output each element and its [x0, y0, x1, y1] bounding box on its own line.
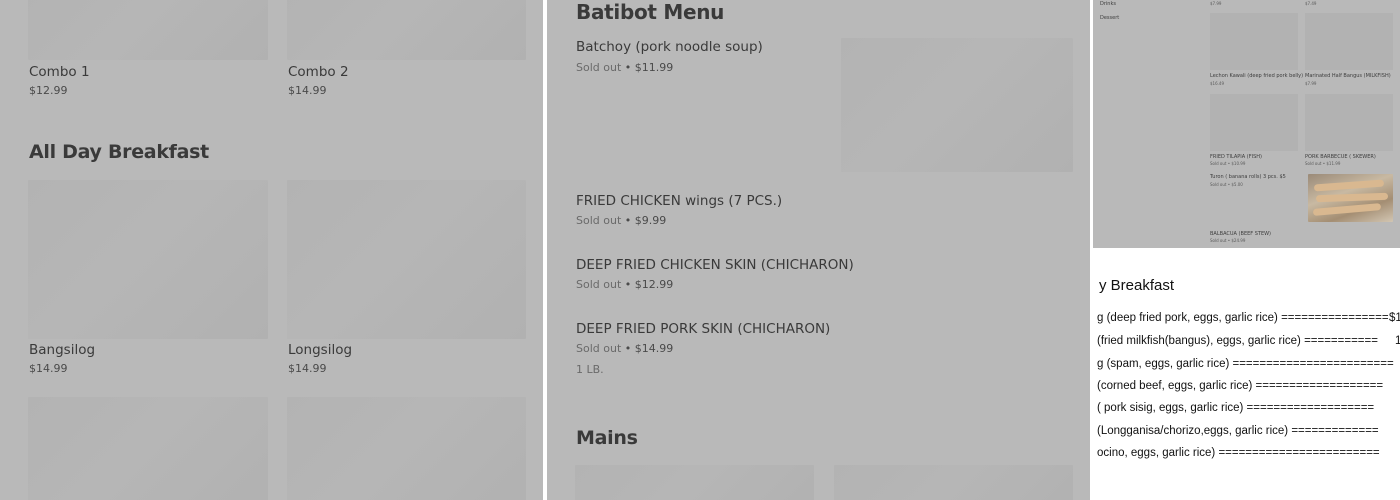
item-name[interactable]: FRIED CHICKEN wings (7 PCS.) [576, 193, 782, 209]
document-price: $1 [1389, 312, 1400, 324]
document-line: (corned beef, eggs, garlic rice) =======… [1097, 380, 1384, 392]
item-price: Sold out • $24.99 [1210, 238, 1246, 243]
item-meta: Sold out • $14.99 [576, 342, 673, 355]
item-name[interactable]: Marinated Half Bangus (MILKFISH) [1305, 73, 1391, 79]
combo-2-image[interactable] [287, 0, 526, 60]
item-price: $11.99 [634, 61, 674, 74]
document-heading: y Breakfast [1099, 277, 1175, 294]
menu-list-panel: Batibot Menu Batchoy (pork noodle soup) … [547, 0, 1090, 500]
document-line: g (deep fried pork, eggs, garlic rice) =… [1097, 312, 1389, 324]
item-image[interactable] [834, 465, 1073, 500]
item-name[interactable]: PORK BARBECUE ( SKEWER) [1305, 154, 1376, 160]
item-price: Sold out • $5.00 [1210, 182, 1243, 187]
photo-detail [1312, 203, 1382, 216]
document-line: ( pork sisig, eggs, garlic rice) =======… [1097, 402, 1375, 414]
item-note: 1 LB. [576, 363, 604, 376]
item-meta: Sold out • $11.99 [576, 61, 673, 74]
item-name[interactable]: Lechon Kawali (deep fried pork belly) [1210, 73, 1303, 79]
item-image[interactable] [1305, 94, 1393, 151]
menu-title: Batibot Menu [576, 0, 725, 24]
sold-out-label: Sold out [576, 214, 622, 227]
item-name[interactable]: Batchoy (pork noodle soup) [576, 39, 763, 55]
item-name[interactable]: Turon ( banana rolls) 3 pcs. $5 [1210, 174, 1286, 180]
item-image[interactable] [575, 465, 814, 500]
separator-dot: • [621, 278, 635, 291]
separator-dot: • [621, 214, 635, 227]
section-title: Mains [576, 427, 638, 449]
item-meta: Sold out • $9.99 [576, 214, 666, 227]
document-line: (fried milkfish(bangus), eggs, garlic ri… [1097, 335, 1378, 347]
item-name[interactable]: BALBACUA (BEEF STEW) [1210, 231, 1271, 237]
sold-out-label: Sold out [576, 342, 622, 355]
combo-1-image[interactable] [28, 0, 268, 60]
item-price: $14.99 [634, 342, 674, 355]
item-price: $16.49 [1210, 81, 1224, 86]
document-line: ocino, eggs, garlic rice) ==============… [1097, 447, 1380, 459]
screenshot-stage: Combo 1 $12.99 Combo 2 $14.99 All Day Br… [0, 0, 1400, 500]
sold-out-label: Sold out [576, 61, 622, 74]
item-image[interactable] [28, 397, 268, 500]
photo-detail [1315, 192, 1389, 203]
item-price: $9.99 [634, 214, 667, 227]
turon-photo[interactable] [1308, 174, 1393, 222]
longsilog-image[interactable] [287, 180, 526, 339]
item-price: $14.99 [288, 362, 327, 375]
item-name[interactable]: FRIED TILAPIA (FISH) [1210, 154, 1262, 160]
item-image[interactable] [1210, 94, 1298, 151]
section-title: All Day Breakfast [29, 141, 209, 163]
separator-dot: • [621, 61, 635, 74]
sidebar-item-dessert[interactable]: Dessert [1100, 15, 1119, 21]
item-image[interactable] [1210, 13, 1298, 70]
item-image[interactable] [287, 397, 526, 500]
item-name[interactable]: Combo 2 [288, 64, 349, 80]
item-price: $14.99 [288, 84, 327, 97]
item-image[interactable] [1305, 13, 1393, 70]
item-price: Sold out • $10.99 [1210, 161, 1246, 166]
item-meta: Sold out • $12.99 [576, 278, 673, 291]
document-line: (Longganisa/chorizo,eggs, garlic rice) =… [1097, 425, 1379, 437]
bangsilog-image[interactable] [28, 180, 268, 339]
item-name[interactable]: Longsilog [288, 342, 352, 358]
item-price: Sold out • $11.99 [1305, 161, 1341, 166]
item-price: $12.99 [29, 84, 68, 97]
menu-grid-panel: Combo 1 $12.99 Combo 2 $14.99 All Day Br… [0, 0, 543, 500]
document-line: g (spam, eggs, garlic rice) ============… [1097, 358, 1394, 370]
item-price: $7.49 [1305, 1, 1317, 6]
item-name[interactable]: Bangsilog [29, 342, 95, 358]
menu-thumbnail-panel: Drinks Dessert $7.99 $7.49 Lechon Kawali… [1093, 0, 1400, 500]
batchoy-image[interactable] [841, 38, 1073, 172]
sidebar-item-drinks[interactable]: Drinks [1100, 1, 1116, 7]
item-name[interactable]: Combo 1 [29, 64, 90, 80]
item-price: $7.99 [1305, 81, 1317, 86]
document-price: 1 [1395, 335, 1400, 347]
item-price: $7.99 [1210, 1, 1222, 6]
item-name[interactable]: DEEP FRIED PORK SKIN (CHICHARON) [576, 321, 830, 337]
item-name[interactable]: DEEP FRIED CHICKEN SKIN (CHICHARON) [576, 257, 854, 273]
item-price: $14.99 [29, 362, 68, 375]
sold-out-label: Sold out [576, 278, 622, 291]
mini-menu-screenshot: Drinks Dessert $7.99 $7.49 Lechon Kawali… [1093, 0, 1400, 248]
item-price: $12.99 [634, 278, 674, 291]
separator-dot: • [621, 342, 635, 355]
photo-detail [1313, 179, 1385, 192]
